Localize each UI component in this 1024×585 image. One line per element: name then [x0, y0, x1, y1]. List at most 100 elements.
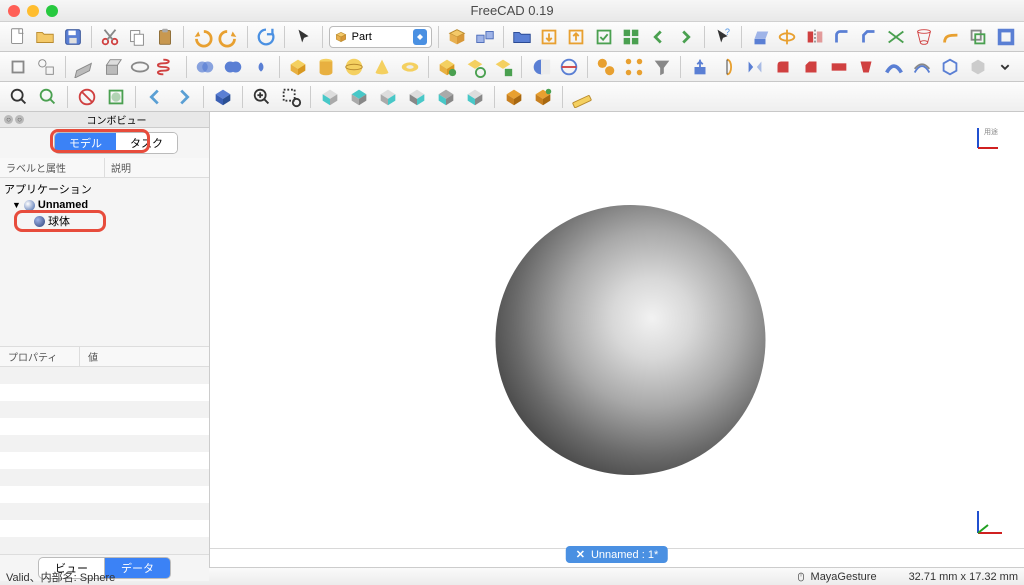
fillet-icon[interactable] — [830, 24, 854, 50]
fit-selection-icon[interactable] — [35, 84, 61, 110]
nav-fwd-icon[interactable] — [673, 24, 697, 50]
compound-icon[interactable] — [594, 54, 619, 80]
whatsthis-icon[interactable]: ? — [711, 24, 735, 50]
right-icon[interactable] — [375, 84, 401, 110]
boolean-icon[interactable] — [193, 54, 218, 80]
tree-document[interactable]: ▼ Unnamed — [4, 198, 205, 212]
filter-icon[interactable] — [649, 54, 674, 80]
copy-icon[interactable] — [125, 24, 149, 50]
offset2-icon[interactable] — [910, 54, 935, 80]
cross-icon[interactable] — [556, 54, 581, 80]
new-file-icon[interactable] — [6, 24, 30, 50]
part-cube-icon[interactable] — [286, 54, 311, 80]
part-cone-icon[interactable] — [369, 54, 394, 80]
loft-icon[interactable] — [912, 24, 936, 50]
3d-viewport[interactable]: 用途 ✕ Unnamed : 1* — [210, 112, 1024, 567]
revolve-icon[interactable] — [775, 24, 799, 50]
explode-icon[interactable] — [622, 54, 647, 80]
part-sphere-icon[interactable] — [342, 54, 367, 80]
cut-icon[interactable] — [98, 24, 122, 50]
bottom-icon[interactable] — [433, 84, 459, 110]
part-wedge-icon[interactable] — [463, 54, 488, 80]
projection-icon[interactable] — [965, 54, 990, 80]
fillet2-icon[interactable] — [771, 54, 796, 80]
link-select-icon[interactable] — [591, 24, 615, 50]
nav-left-icon[interactable] — [142, 84, 168, 110]
part-torus-icon[interactable] — [397, 54, 422, 80]
common-icon[interactable] — [248, 54, 273, 80]
cursor-icon[interactable] — [291, 24, 315, 50]
refresh-icon[interactable] — [254, 24, 278, 50]
open-file-icon[interactable] — [33, 24, 57, 50]
link-actions-icon[interactable] — [472, 24, 496, 50]
extrude-icon[interactable] — [748, 24, 772, 50]
part-ellipse-icon[interactable] — [127, 54, 152, 80]
left-icon[interactable] — [462, 84, 488, 110]
part-tube-icon[interactable] — [491, 54, 516, 80]
zoom-box-icon[interactable] — [278, 84, 304, 110]
chamfer2-icon[interactable] — [798, 54, 823, 80]
link-make-icon[interactable] — [445, 24, 469, 50]
front-icon[interactable] — [317, 84, 343, 110]
part-box2-icon[interactable] — [99, 54, 124, 80]
sweep2-icon[interactable] — [882, 54, 907, 80]
part-shapebuild-icon[interactable] — [34, 54, 59, 80]
part-cylinder-icon[interactable] — [314, 54, 339, 80]
tab-task[interactable]: タスク — [116, 133, 177, 153]
link-export-icon[interactable] — [564, 24, 588, 50]
window-titlebar: FreeCAD 0.19 — [0, 0, 1024, 22]
workbench-selector[interactable]: Part — [329, 26, 432, 48]
paste-icon[interactable] — [152, 24, 176, 50]
disclosure-triangle-icon[interactable]: ▼ — [12, 200, 21, 210]
combo-view-header: ○○ コンボビュー — [0, 112, 209, 128]
draw-style-icon[interactable] — [74, 84, 100, 110]
navigation-style[interactable]: MayaGesture — [795, 571, 877, 583]
link-import-icon[interactable] — [537, 24, 561, 50]
bbox-icon[interactable] — [103, 84, 129, 110]
chamfer-icon[interactable] — [857, 24, 881, 50]
thickness2-icon[interactable] — [937, 54, 962, 80]
part-prism-icon[interactable] — [435, 54, 460, 80]
iso3-icon[interactable] — [530, 84, 556, 110]
extrude2-icon[interactable] — [687, 54, 712, 80]
iso2-icon[interactable] — [501, 84, 527, 110]
tab-model[interactable]: モデル — [55, 133, 116, 153]
ruled2-icon[interactable] — [826, 54, 851, 80]
link-all-icon[interactable] — [619, 24, 643, 50]
close-tab-icon[interactable]: ✕ — [576, 548, 585, 561]
top-icon[interactable] — [346, 84, 372, 110]
ruled-icon[interactable] — [884, 24, 908, 50]
nav-right-icon[interactable] — [171, 84, 197, 110]
isometric-icon[interactable] — [210, 84, 236, 110]
tree-root[interactable]: アプリケーション — [4, 180, 205, 198]
fuse-icon[interactable] — [220, 54, 245, 80]
expand-icon[interactable] — [993, 54, 1018, 80]
loft2-icon[interactable] — [854, 54, 879, 80]
mirror2-icon[interactable] — [743, 54, 768, 80]
section-icon[interactable] — [528, 54, 553, 80]
viewport-document-tab[interactable]: ✕ Unnamed : 1* — [566, 546, 668, 563]
measure-icon[interactable] — [569, 84, 595, 110]
revolve2-icon[interactable] — [715, 54, 740, 80]
mirror-icon[interactable] — [802, 24, 826, 50]
folder-icon[interactable] — [510, 24, 534, 50]
undo-icon[interactable] — [190, 24, 214, 50]
thickness-icon[interactable] — [994, 24, 1018, 50]
zoom-in-icon[interactable] — [249, 84, 275, 110]
part-plane-icon[interactable] — [72, 54, 97, 80]
panel-close-icon[interactable]: ○ — [15, 115, 24, 124]
redo-icon[interactable] — [217, 24, 241, 50]
tree-item-sphere[interactable]: 球体 — [4, 212, 205, 230]
combo-view-panel: ○○ コンボビュー モデル タスク ラベルと属性 説明 アプリケーション ▼ U… — [0, 112, 210, 567]
part-box-build-icon[interactable] — [6, 54, 31, 80]
fit-all-icon[interactable] — [6, 84, 32, 110]
nav-back-icon[interactable] — [646, 24, 670, 50]
separator — [428, 56, 429, 78]
offset3d-icon[interactable] — [966, 24, 990, 50]
part-helix-icon[interactable] — [155, 54, 180, 80]
save-icon[interactable] — [61, 24, 85, 50]
rendered-sphere[interactable] — [496, 205, 766, 475]
panel-menu-icon[interactable]: ○ — [4, 115, 13, 124]
sweep-icon[interactable] — [939, 24, 963, 50]
rear-icon[interactable] — [404, 84, 430, 110]
